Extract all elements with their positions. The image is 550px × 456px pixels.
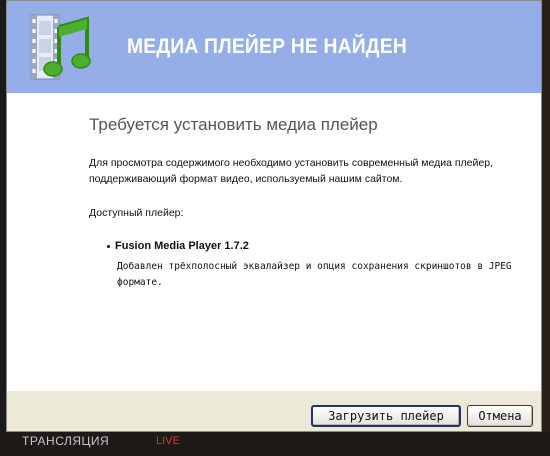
media-player-dialog: МЕДИА ПЛЕЙЕР НЕ НАЙДЕН Требуется установ… (6, 0, 542, 432)
cancel-button[interactable]: Отмена (467, 405, 533, 427)
background-bottom-red-text: LIVE (156, 435, 180, 447)
bullet-icon (107, 244, 110, 248)
description-line-2: поддерживающий формат видео, используемы… (89, 173, 403, 185)
description-line-1: Для просмотра содержимого необходимо уст… (89, 157, 493, 169)
available-player-label: Доступный плейер: (89, 207, 184, 219)
dialog-content: Требуется установить медиа плейер Для пр… (7, 93, 541, 391)
player-name: Fusion Media Player 1.7.2 (107, 240, 249, 252)
dialog-title: МЕДИА ПЛЕЙЕР НЕ НАЙДЕН (127, 35, 407, 58)
player-description-line-2: формате. (117, 277, 163, 288)
player-description-line-1: Добавлен трёхполосный эквалайзер и опция… (117, 261, 512, 272)
dialog-heading: Требуется установить медиа плейер (89, 115, 378, 134)
background-right-strip (542, 0, 550, 456)
background-bottom-text: ТРАНСЛЯЦИЯ (22, 434, 110, 448)
dialog-footer: Загрузить плейер Отмена (7, 391, 541, 431)
dialog-description: Для просмотра содержимого необходимо уст… (89, 155, 529, 187)
music-note-film-icon (30, 14, 91, 80)
dialog-header: МЕДИА ПЛЕЙЕР НЕ НАЙДЕН (7, 1, 541, 93)
player-name-text: Fusion Media Player 1.7.2 (115, 240, 249, 252)
player-description: Добавлен трёхполосный эквалайзер и опция… (117, 259, 527, 291)
download-player-button[interactable]: Загрузить плейер (311, 405, 461, 427)
screen: ТРАНСЛЯЦИЯ LIVE МЕДИА ПЛЕЙЕР НЕ НАЙДЕН Т… (0, 0, 550, 456)
